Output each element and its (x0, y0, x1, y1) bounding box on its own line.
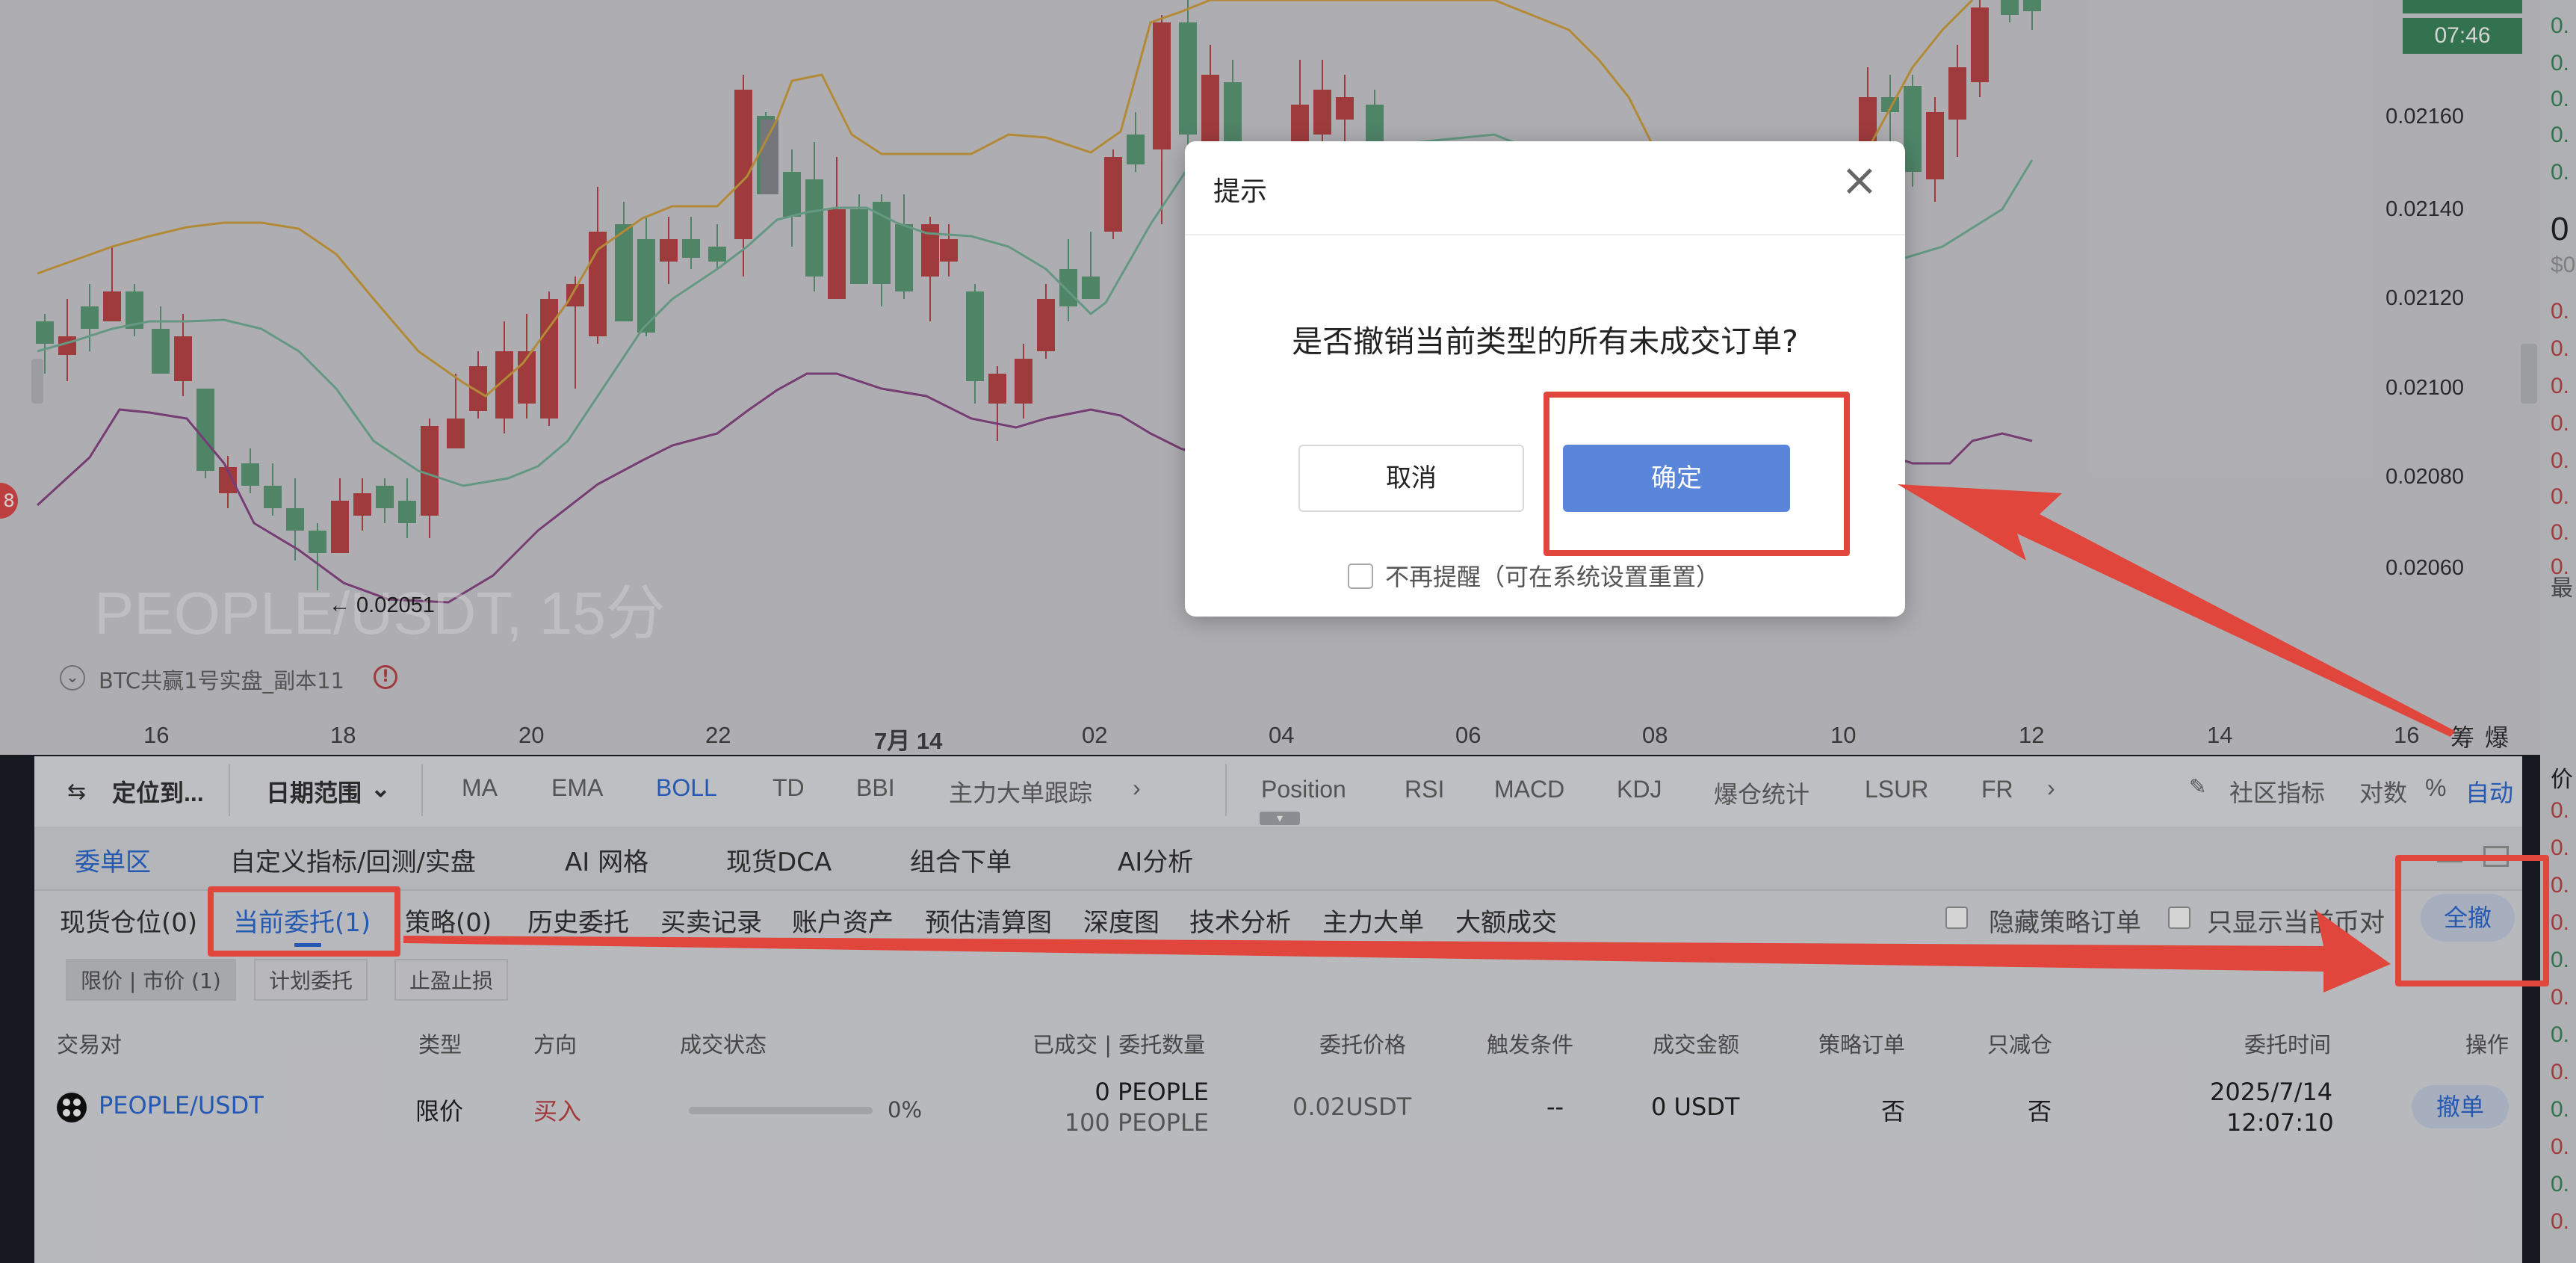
annotation-arrow-to-cancel-all (403, 910, 2391, 992)
annotation-arrow-to-confirm (1898, 484, 2455, 737)
annotation-arrows (403, 484, 2455, 992)
